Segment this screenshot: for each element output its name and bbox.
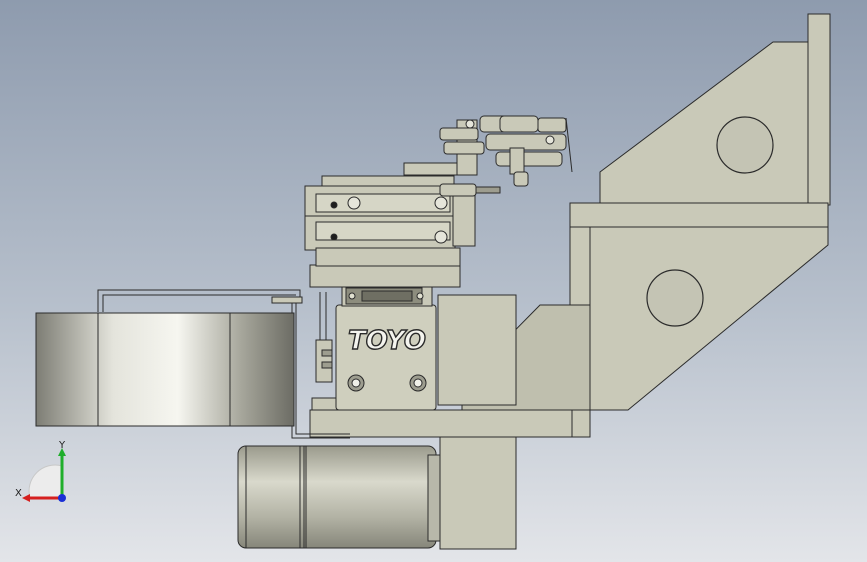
mounting-hole-lower (646, 269, 704, 327)
connector-pins (315, 292, 333, 383)
right-bracket[interactable] (461, 13, 831, 438)
cad-3d-viewport[interactable]: TOYO X Y (0, 0, 867, 562)
tape-roll[interactable] (35, 312, 295, 427)
assembly-model[interactable]: TOYO (0, 0, 867, 562)
axis-triad: X Y (15, 440, 66, 502)
brand-label: TOYO (348, 326, 426, 356)
pneumatic-fittings[interactable] (439, 115, 573, 187)
slide-cylinder[interactable] (304, 162, 501, 267)
x-axis-label: X (15, 488, 22, 499)
y-axis-label: Y (58, 440, 66, 451)
mounting-hole-upper (716, 116, 774, 174)
servo-motor[interactable] (237, 436, 517, 550)
